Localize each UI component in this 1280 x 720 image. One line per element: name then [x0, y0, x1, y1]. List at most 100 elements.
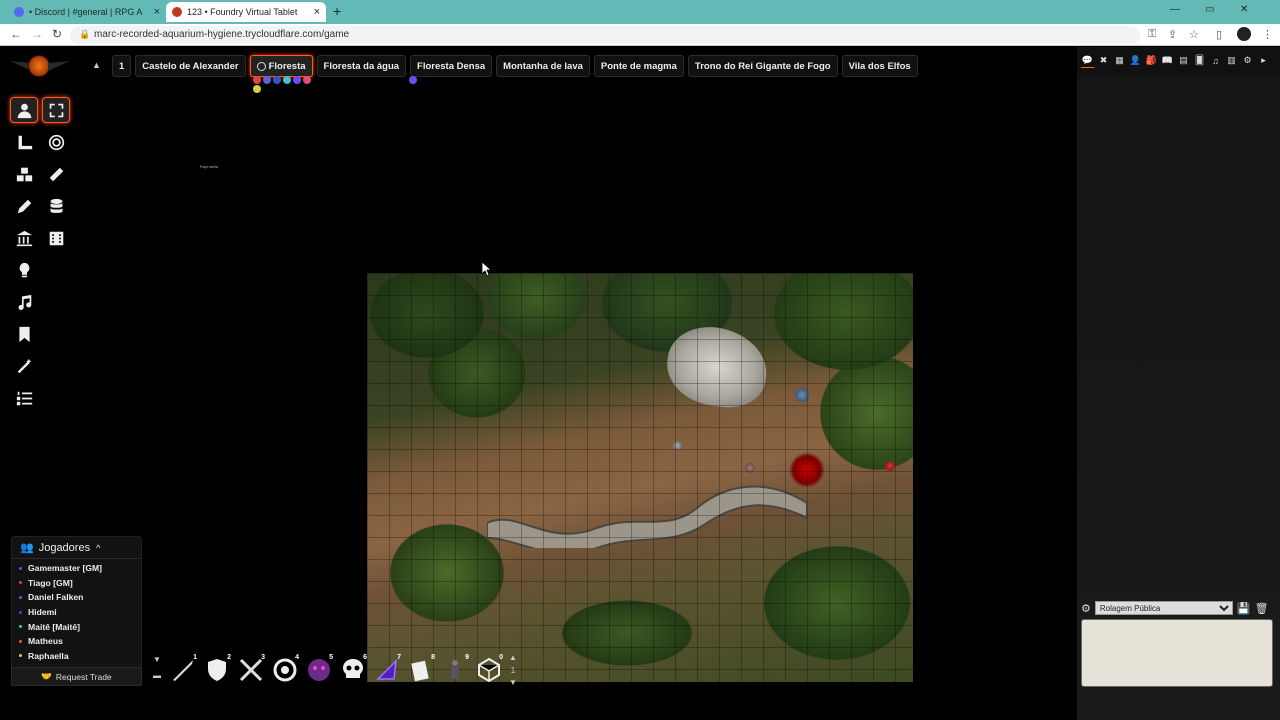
- page-up-icon[interactable]: ▲: [509, 653, 517, 662]
- actors-tab-icon[interactable]: 👤: [1129, 54, 1142, 68]
- macro-slot-demon[interactable]: 5: [302, 653, 336, 687]
- scene-floresta-da-agua[interactable]: Floresta da água: [316, 55, 407, 77]
- macro-slot-cards[interactable]: 8: [404, 653, 438, 687]
- key-icon[interactable]: ⚿: [1148, 28, 1156, 41]
- scene-page-number[interactable]: 1: [112, 55, 132, 77]
- player-pip: [409, 76, 418, 84]
- macro-slot-figure[interactable]: 9: [438, 653, 472, 687]
- macro-slot-crossed-swords[interactable]: 3: [234, 653, 268, 687]
- player-color-dot: [18, 565, 23, 571]
- ruler-tool-icon[interactable]: [42, 161, 70, 187]
- foundry-app: ▲ 1 Castelo de Alexander Floresta Flores…: [0, 47, 1280, 720]
- macro-slot-shield[interactable]: 2: [200, 653, 234, 687]
- player-pip: [292, 76, 301, 84]
- magic-wand-icon[interactable]: [10, 353, 38, 379]
- browser-tab-foundry[interactable]: 123 • Foundry Virtual Tablet ×: [166, 2, 326, 22]
- forward-icon[interactable]: →: [31, 27, 43, 41]
- token-nameplate: Raphaella: [200, 164, 218, 169]
- profile-avatar[interactable]: [1237, 27, 1251, 41]
- macro-slot-skull[interactable]: 6: [336, 653, 370, 687]
- scene-label: Vila dos Elfos: [848, 60, 911, 72]
- reload-icon[interactable]: ↻: [52, 27, 62, 41]
- star-icon[interactable]: ☆: [1189, 28, 1199, 41]
- chat-log[interactable]: [1077, 75, 1280, 595]
- items-tab-icon[interactable]: 🎒: [1145, 54, 1158, 68]
- cards-tab-icon[interactable]: 🂠: [1193, 54, 1206, 68]
- chat-tab-icon[interactable]: 💬: [1081, 54, 1094, 68]
- compendium-tab-icon[interactable]: ▥: [1225, 54, 1238, 68]
- request-trade-button[interactable]: 🤝 Request Trade: [11, 667, 142, 686]
- token-controls-icon[interactable]: [10, 97, 38, 123]
- tiles-cubes-icon[interactable]: [10, 161, 38, 187]
- chevron-up-icon[interactable]: ^: [96, 543, 100, 553]
- dice-roll-icon[interactable]: ⚙: [1081, 602, 1091, 615]
- hotbar-page-control: ▲ 1 ▼: [506, 653, 520, 687]
- film-strip-icon[interactable]: [42, 225, 70, 251]
- players-header[interactable]: 👥 Jogadores ^: [12, 537, 141, 559]
- lighting-bulb-icon[interactable]: [10, 257, 38, 283]
- drawing-pencil-icon[interactable]: [10, 193, 38, 219]
- target-icon[interactable]: [42, 129, 70, 155]
- scene-floresta-densa[interactable]: Floresta Densa: [409, 55, 493, 84]
- walls-building-icon[interactable]: [10, 225, 38, 251]
- player-color-dot: [18, 624, 23, 630]
- player-name: Hidemi: [28, 607, 57, 618]
- notes-bookmark-icon[interactable]: [10, 321, 38, 347]
- close-tab-icon[interactable]: ×: [310, 6, 320, 18]
- roll-mode-select[interactable]: Rolagem Pública: [1094, 601, 1233, 615]
- browser-tab-discord[interactable]: • Discord | #general | RPG A ×: [8, 2, 166, 22]
- ordered-list-icon[interactable]: [10, 385, 38, 411]
- chat-message-input[interactable]: [1081, 619, 1273, 687]
- settings-tab-icon[interactable]: ⚙: [1241, 54, 1254, 68]
- hotbar-menu-icon[interactable]: ▼: [153, 655, 161, 664]
- measure-ruler-icon[interactable]: [10, 129, 38, 155]
- slot-number: 2: [227, 654, 231, 661]
- slot-number: 0: [499, 654, 503, 661]
- scene-label: Trono do Rei Gigante de Fogo: [694, 60, 831, 72]
- trash-icon[interactable]: 🗑: [1255, 602, 1269, 615]
- battle-map[interactable]: [367, 273, 913, 682]
- player-name: Tiago [GM]: [28, 577, 73, 588]
- collapse-sidebar-icon[interactable]: ▸: [1257, 54, 1270, 68]
- scenes-tab-icon[interactable]: ▦: [1113, 54, 1126, 68]
- share-icon[interactable]: ⇪: [1168, 28, 1177, 41]
- expand-target-icon[interactable]: [42, 97, 70, 123]
- journal-tab-icon[interactable]: 📖: [1161, 54, 1174, 68]
- player-pip: [252, 76, 261, 84]
- macro-slot-dice[interactable]: 0: [472, 653, 506, 687]
- player-pip: [272, 76, 281, 84]
- scene-floresta[interactable]: Floresta: [249, 55, 313, 93]
- d20-logo-icon: [28, 55, 50, 77]
- collapse-nav-icon[interactable]: ▲: [92, 60, 101, 70]
- page-down-icon[interactable]: ▼: [509, 678, 517, 687]
- sidepanel-icon[interactable]: ▯: [1216, 28, 1222, 41]
- scene-ponte-de-magma[interactable]: Ponte de magma: [593, 55, 684, 77]
- scene-castelo-de-alexander[interactable]: Castelo de Alexander: [135, 55, 246, 77]
- back-icon[interactable]: ←: [10, 27, 22, 41]
- slot-number: 8: [431, 654, 435, 661]
- minimize-icon[interactable]: —: [1170, 4, 1180, 15]
- scene-montanha-de-lava[interactable]: Montanha de lava: [496, 55, 590, 77]
- close-tab-icon[interactable]: ×: [150, 6, 160, 18]
- new-tab-icon[interactable]: +: [333, 3, 341, 19]
- scene-vila-dos-elfos[interactable]: Vila dos Elfos: [841, 55, 918, 77]
- slot-number: 3: [261, 654, 265, 661]
- scene-label: Floresta Densa: [417, 60, 486, 72]
- player-color-dot: [18, 653, 23, 659]
- macro-slot-sword[interactable]: 1: [166, 653, 200, 687]
- close-window-icon[interactable]: ✕: [1240, 4, 1248, 15]
- maximize-icon[interactable]: ▭: [1205, 4, 1214, 15]
- combat-tab-icon[interactable]: ✖: [1097, 54, 1110, 68]
- folder-icon[interactable]: ▬: [153, 671, 161, 680]
- playlists-tab-icon[interactable]: ♫: [1209, 54, 1222, 68]
- foundry-logo[interactable]: [10, 55, 70, 79]
- sound-music-icon[interactable]: [10, 289, 38, 315]
- save-icon[interactable]: 💾: [1237, 602, 1251, 615]
- url-field[interactable]: 🔒 marc-recorded-aquarium-hygiene.tryclou…: [70, 26, 1140, 44]
- scene-trono-do-rei-gigante-de-fogo[interactable]: Trono do Rei Gigante de Fogo: [687, 55, 838, 77]
- database-icon[interactable]: [42, 193, 70, 219]
- tables-tab-icon[interactable]: ▤: [1177, 54, 1190, 68]
- menu-icon[interactable]: ⋮: [1262, 28, 1273, 41]
- macro-slot-triangle[interactable]: 7: [370, 653, 404, 687]
- macro-slot-targeting[interactable]: 4: [268, 653, 302, 687]
